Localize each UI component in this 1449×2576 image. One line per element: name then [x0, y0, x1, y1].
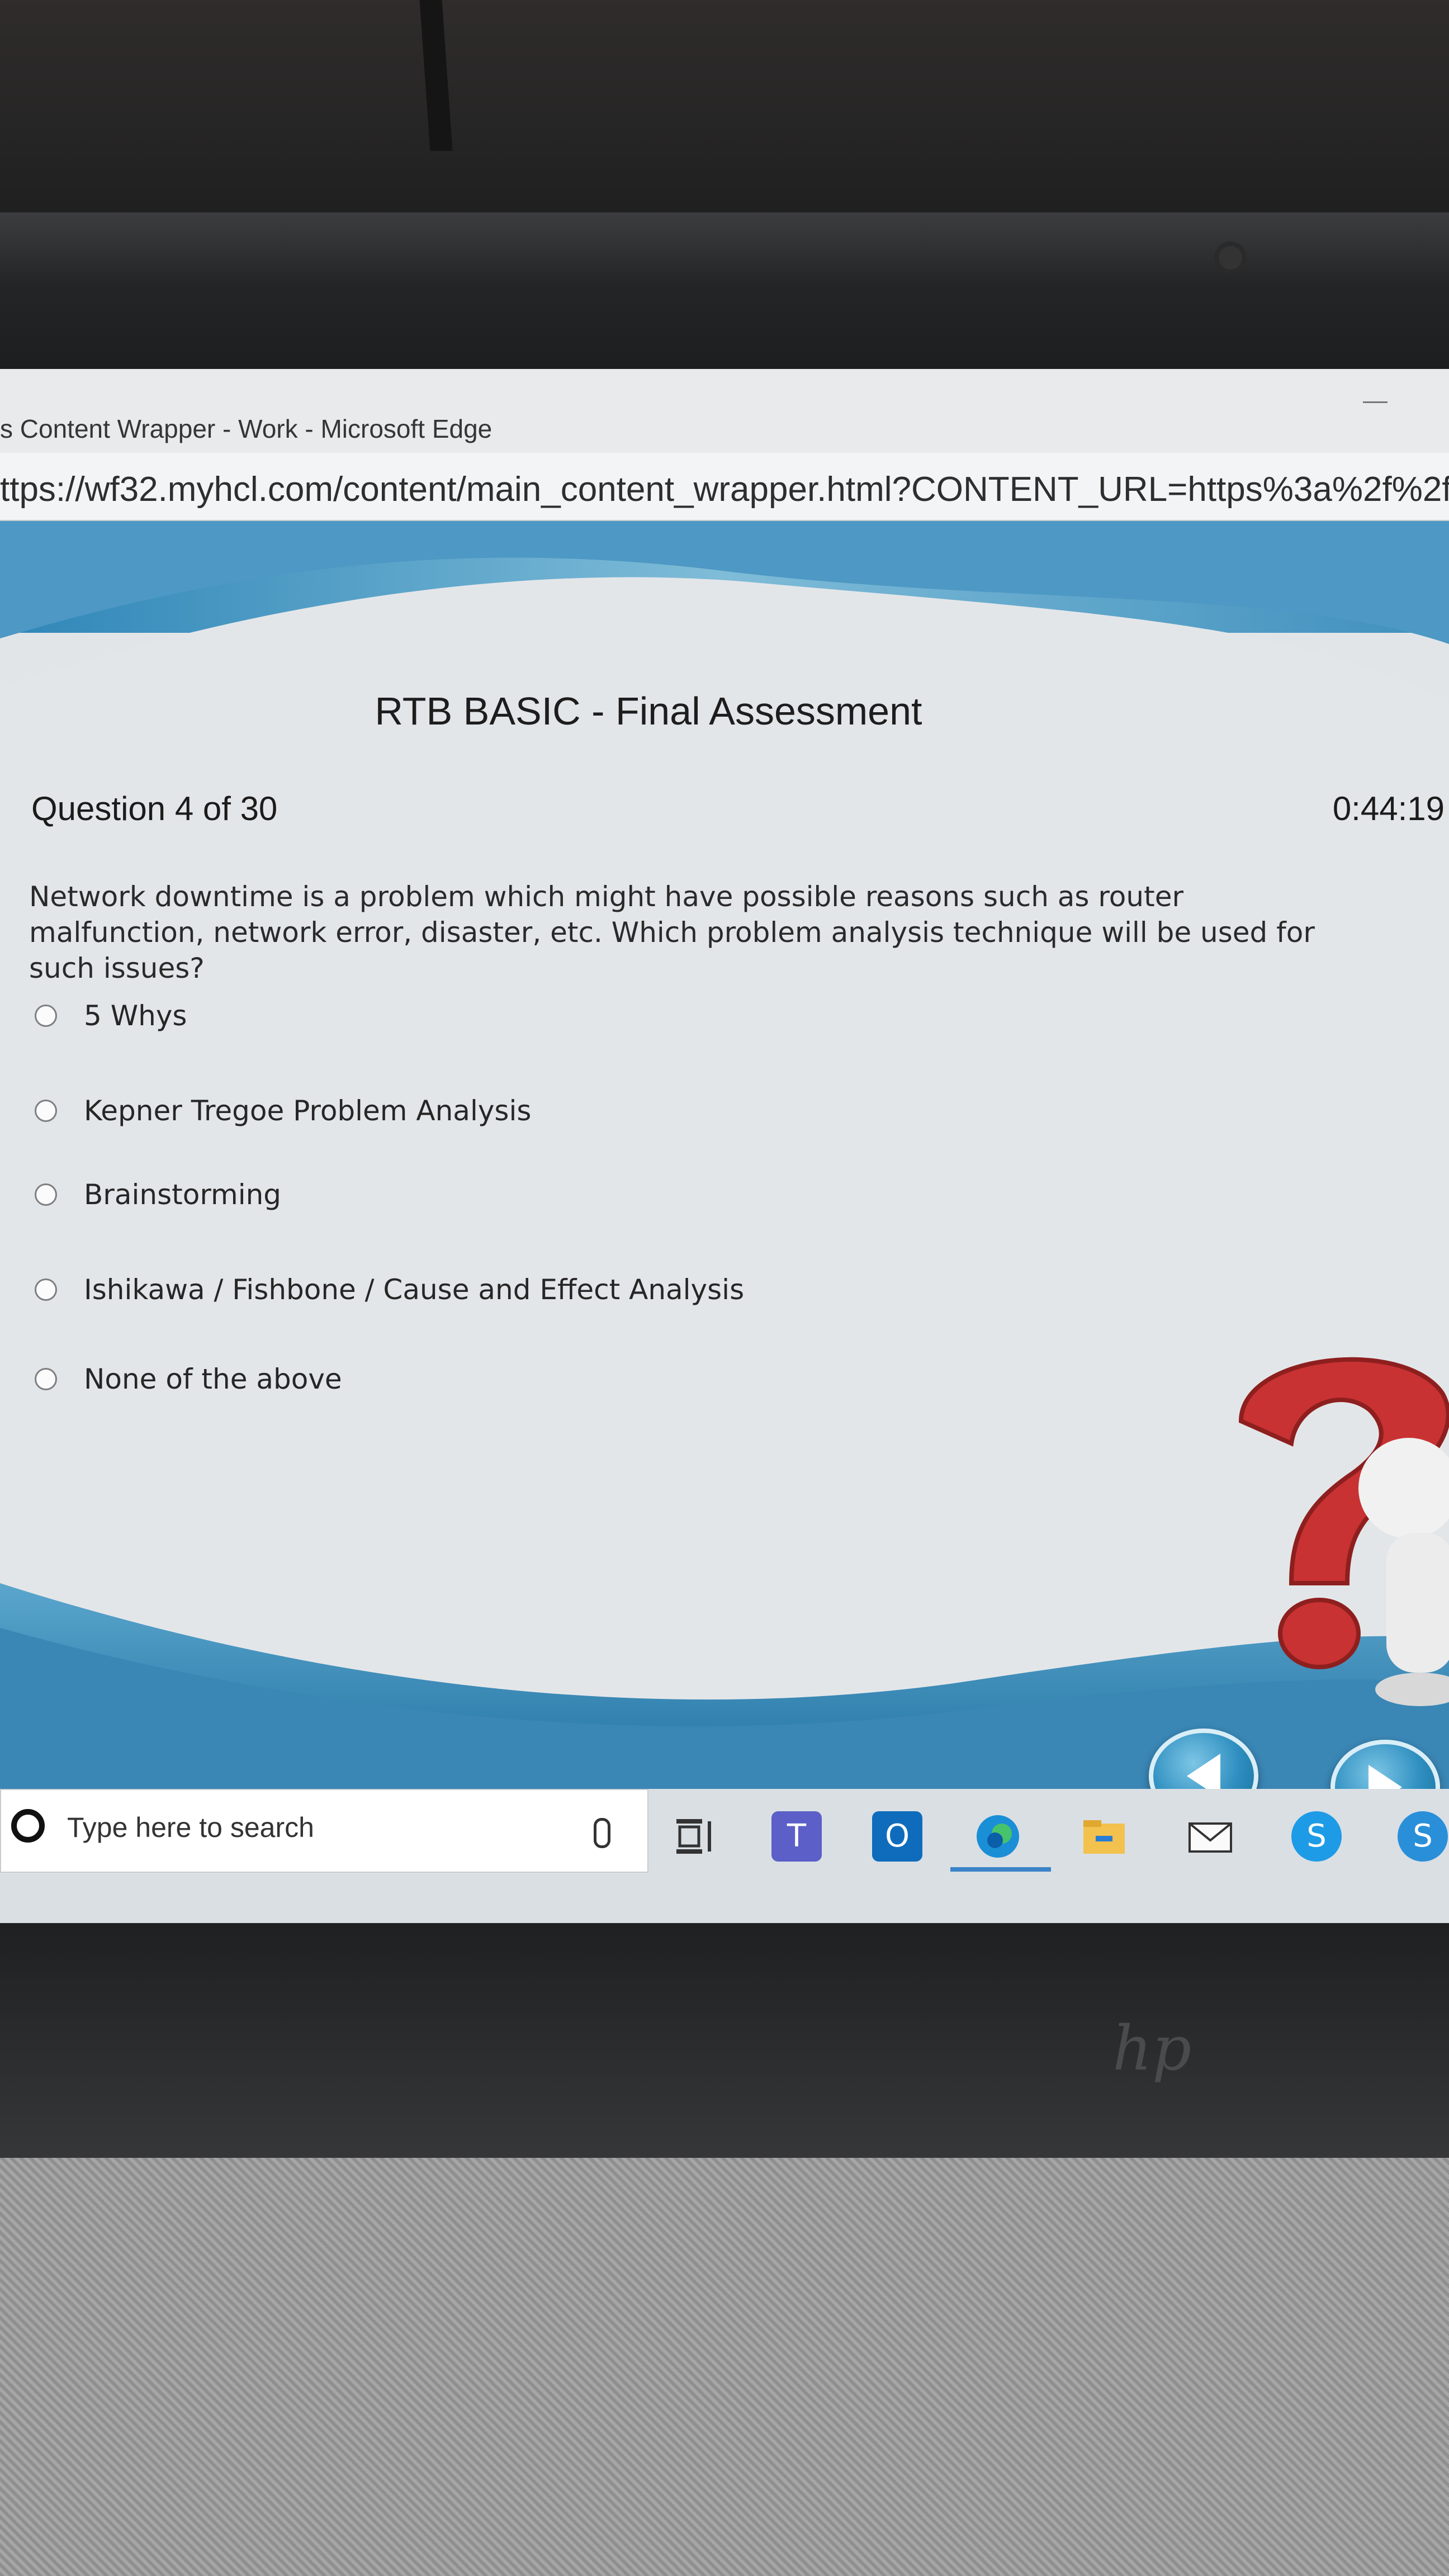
- option-5-whys[interactable]: 5 Whys: [35, 991, 187, 1041]
- option-label: Brainstorming: [84, 1178, 282, 1211]
- option-label: None of the above: [84, 1363, 342, 1395]
- option-kepner-tregoe[interactable]: Kepner Tregoe Problem Analysis: [35, 1086, 531, 1136]
- laptop-bezel: [0, 212, 1449, 391]
- question-mark-figure-icon: [1238, 1357, 1449, 1706]
- assessment-title: RTB BASIC - Final Assessment: [375, 689, 922, 733]
- teams-icon[interactable]: T: [771, 1811, 822, 1862]
- radio-button[interactable]: [35, 1278, 57, 1301]
- question-text: Network downtime is a problem which migh…: [29, 879, 1315, 986]
- browser-titlebar: s Content Wrapper - Work - Microsoft Edg…: [0, 369, 1449, 453]
- window-title: s Content Wrapper - Work - Microsoft Edg…: [0, 414, 493, 443]
- question-number: Question 4 of 30: [31, 790, 278, 827]
- timer: 0:44:19: [1332, 790, 1445, 827]
- course-content: RTB BASIC - Final Assessment Question 4 …: [0, 521, 1449, 1801]
- file-explorer-icon[interactable]: [1079, 1811, 1129, 1862]
- cortana-icon[interactable]: [11, 1809, 45, 1843]
- url-text[interactable]: ttps://wf32.myhcl.com/content/main_conte…: [0, 470, 1449, 509]
- question-line: malfunction, network error, disaster, et…: [29, 916, 1315, 949]
- laptop-keyboard-area: [0, 2158, 1449, 2576]
- taskbar-search-box[interactable]: Type here to search: [0, 1789, 648, 1873]
- radio-button[interactable]: [35, 1100, 57, 1122]
- windows-taskbar: Type here to search T O S S: [0, 1789, 1449, 1923]
- option-label: Ishikawa / Fishbone / Cause and Effect A…: [84, 1273, 745, 1306]
- microphone-icon[interactable]: [594, 1818, 610, 1848]
- option-none[interactable]: None of the above: [35, 1354, 342, 1404]
- background-wall: [0, 0, 1449, 224]
- question-line: such issues?: [29, 952, 205, 984]
- laptop-screen: s Content Wrapper - Work - Microsoft Edg…: [0, 369, 1449, 1923]
- radio-button[interactable]: [35, 1183, 57, 1206]
- radio-button[interactable]: [35, 1368, 57, 1390]
- option-label: Kepner Tregoe Problem Analysis: [84, 1095, 532, 1127]
- active-app-indicator: [950, 1867, 1051, 1872]
- mail-icon[interactable]: [1185, 1811, 1235, 1862]
- radio-button[interactable]: [35, 1005, 57, 1027]
- option-ishikawa[interactable]: Ishikawa / Fishbone / Cause and Effect A…: [35, 1265, 744, 1315]
- task-view-icon[interactable]: [671, 1811, 721, 1862]
- edge-icon[interactable]: [973, 1811, 1023, 1862]
- search-placeholder[interactable]: Type here to search: [67, 1811, 314, 1844]
- address-bar[interactable]: ttps://wf32.myhcl.com/content/main_conte…: [0, 453, 1449, 521]
- question-line: Network downtime is a problem which migh…: [29, 880, 1184, 913]
- skype-icon[interactable]: S: [1291, 1811, 1342, 1862]
- skype-business-icon[interactable]: S: [1398, 1811, 1448, 1862]
- webcam: [1219, 246, 1242, 269]
- outlook-icon[interactable]: O: [872, 1811, 922, 1862]
- option-brainstorming[interactable]: Brainstorming: [35, 1169, 281, 1220]
- minimize-button[interactable]: [1363, 401, 1388, 403]
- brand-logo: hp: [1112, 2012, 1192, 2084]
- option-label: 5 Whys: [84, 1000, 187, 1032]
